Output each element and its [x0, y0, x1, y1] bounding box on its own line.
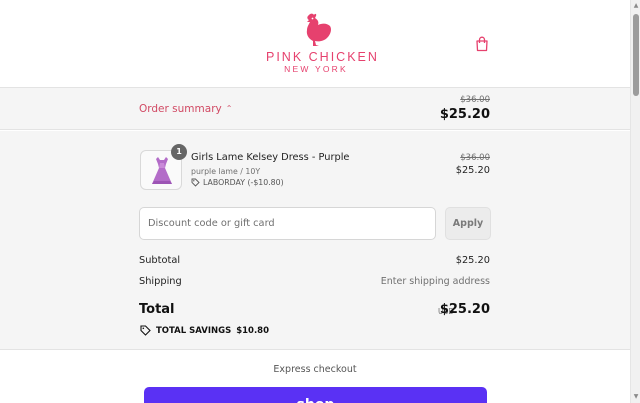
page-scrollbar[interactable]: ▲ ▼	[630, 0, 640, 403]
summary-total-price: $25.20	[439, 107, 490, 122]
product-discount: LABORDAY (-$10.80)	[191, 178, 284, 187]
total-savings-label: TOTAL SAVINGS	[156, 325, 232, 336]
order-summary-panel: 1 Girls Lame Kelsey Dress - Purple purpl…	[0, 131, 630, 350]
shipping-label: Shipping	[139, 276, 182, 287]
shopping-bag-icon[interactable]	[475, 36, 489, 52]
subtotal-label: Subtotal	[139, 255, 181, 266]
scroll-down-arrow-icon[interactable]: ▼	[632, 393, 640, 401]
total-savings-value: $10.80	[236, 325, 270, 336]
tag-icon	[140, 325, 151, 336]
total-savings: TOTAL SAVINGS $10.80	[140, 325, 269, 336]
summary-original-price: $36.00	[460, 95, 490, 105]
logo-text-primary: PINK CHICKEN	[266, 50, 379, 64]
chicken-logo-icon	[306, 13, 331, 46]
quantity-badge: 1	[171, 144, 187, 160]
product-name: Girls Lame Kelsey Dress - Purple	[191, 152, 350, 163]
discount-code-input[interactable]	[139, 207, 436, 240]
product-price: $25.20	[455, 165, 490, 176]
order-summary-label: Order summary	[139, 103, 222, 115]
scroll-up-arrow-icon[interactable]: ▲	[632, 2, 640, 10]
header: PINK CHICKEN NEW YORK	[0, 0, 630, 88]
order-summary-toggle[interactable]: Order summary ⌃	[139, 103, 232, 115]
total-label: Total	[139, 302, 175, 317]
subtotal-value: $25.20	[455, 255, 490, 266]
product-variant: purple lame / 10Y	[191, 167, 261, 176]
order-summary-bar: Order summary ⌃ $36.00 $25.20	[0, 88, 630, 130]
shop-pay-button[interactable]: shop	[144, 387, 487, 403]
product-original-price: $36.00	[460, 153, 490, 163]
tag-icon	[191, 178, 200, 187]
total-value: $25.20	[439, 302, 490, 317]
logo-text-secondary: NEW YORK	[284, 64, 348, 74]
scrollbar-thumb[interactable]	[633, 14, 639, 96]
chevron-up-icon: ⌃	[225, 104, 233, 113]
shipping-value: Enter shipping address	[380, 276, 490, 287]
apply-discount-button[interactable]: Apply	[445, 207, 491, 240]
express-checkout-label: Express checkout	[273, 364, 357, 375]
brand-logo[interactable]: PINK CHICKEN NEW YORK	[266, 12, 379, 74]
product-discount-code: LABORDAY (-$10.80)	[203, 178, 284, 187]
